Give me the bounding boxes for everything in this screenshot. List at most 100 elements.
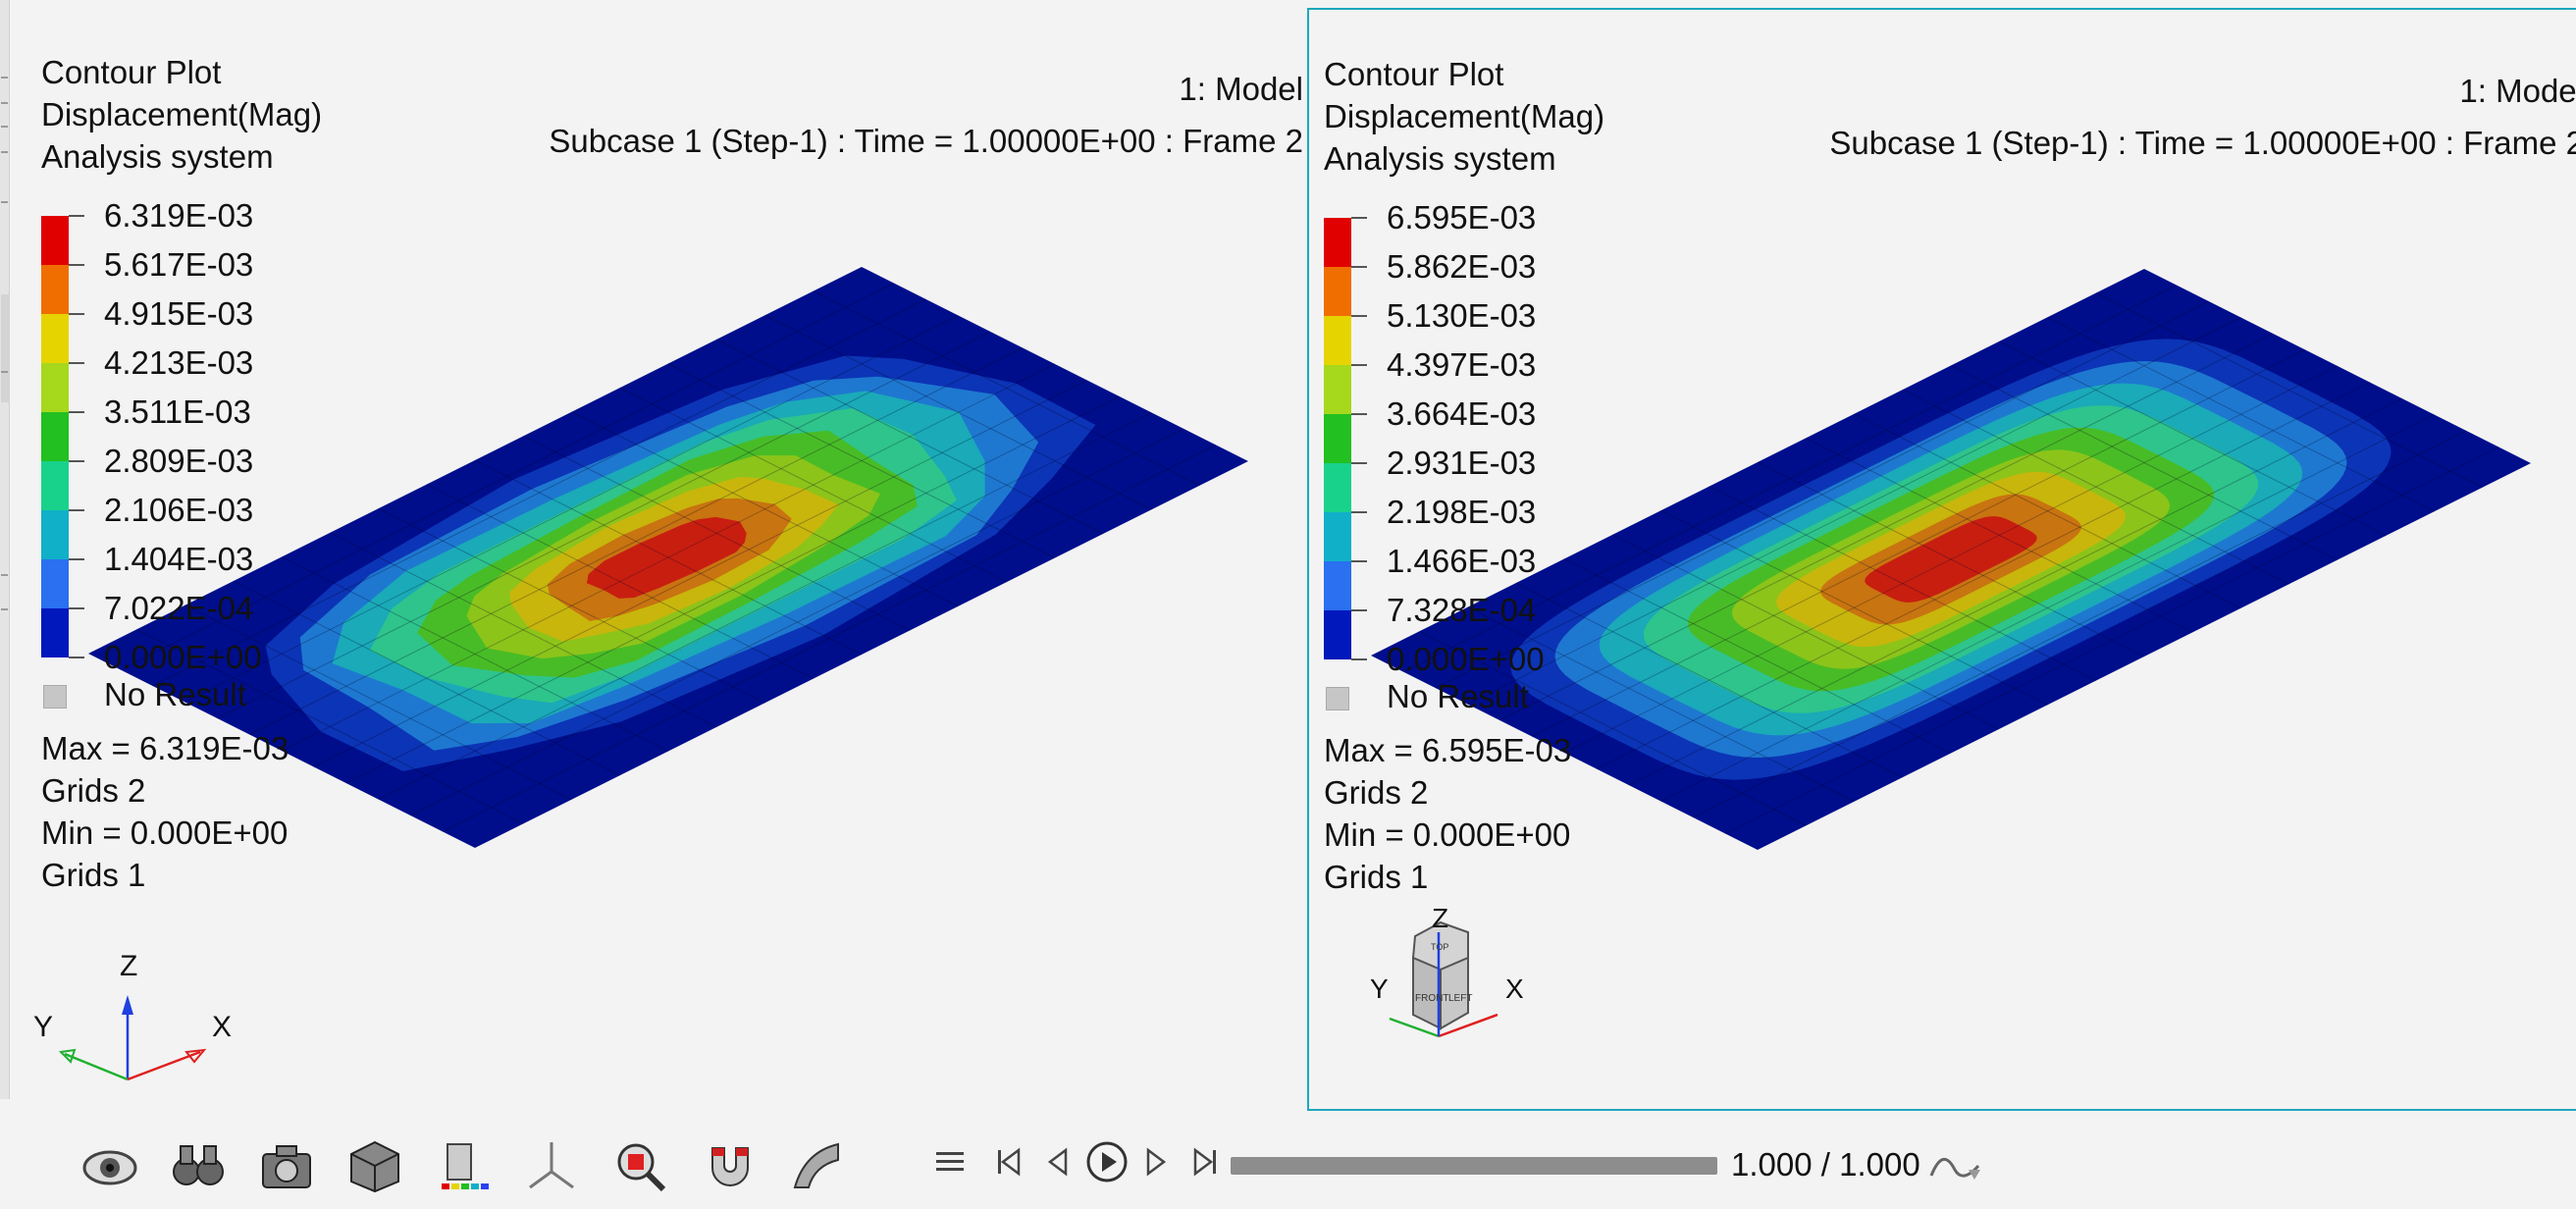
binoculars-icon[interactable]: [169, 1136, 228, 1195]
max-grid: Grids 2: [1324, 774, 1429, 811]
legend-color-cell: [41, 412, 69, 461]
subcase-header-left: 1: Model Subcase 1 (Step-1) : Time = 1.0…: [549, 63, 1303, 167]
min-max-info-left: Max = 6.319E-03 Grids 2 Min = 0.000E+00 …: [41, 727, 289, 896]
zoom-fit-icon[interactable]: [610, 1136, 669, 1195]
legend-tick: [69, 411, 84, 413]
legend-tick: [1351, 266, 1367, 268]
legend-color-cell: [41, 461, 69, 510]
legend-tick: [1351, 609, 1367, 611]
max-value: Max = 6.595E-03: [1324, 732, 1572, 768]
min-grid: Grids 1: [1324, 859, 1429, 895]
legend-value: 1.466E-03: [1387, 543, 1537, 579]
sweep-shape-icon[interactable]: [787, 1136, 846, 1195]
legend-color-cell: [41, 314, 69, 363]
legend-value: 2.198E-03: [1387, 494, 1537, 530]
view-cube-right[interactable]: Z Y X TOP FRONT LEFT: [1358, 903, 1535, 1050]
animation-settings-icon[interactable]: [1925, 1140, 1984, 1183]
next-frame-icon[interactable]: [1134, 1140, 1178, 1183]
legend-tick: [69, 509, 84, 511]
menu-icon[interactable]: [928, 1140, 972, 1183]
legend-value: 7.328E-04: [1387, 592, 1537, 628]
max-grid: Grids 2: [41, 772, 146, 809]
triad-axes-icon[interactable]: [522, 1136, 581, 1195]
legend-tick: [69, 215, 84, 217]
legend-value: 0.000E+00: [1387, 641, 1545, 677]
legend-value: 2.809E-03: [104, 443, 254, 479]
camera-icon[interactable]: [257, 1136, 316, 1195]
legend-tick: [1351, 413, 1367, 415]
viewport-left[interactable]: Contour Plot Displacement(Mag) Analysis …: [12, 8, 1305, 1111]
no-result-swatch: [43, 685, 67, 709]
axis-triad-left[interactable]: Z Y X: [31, 950, 247, 1097]
result-system: Analysis system: [41, 138, 274, 175]
legend-value: 4.397E-03: [1387, 346, 1537, 383]
cube-grid-icon[interactable]: [345, 1136, 404, 1195]
legend-value: 3.664E-03: [1387, 395, 1537, 432]
no-result-swatch: [1326, 687, 1349, 710]
legend-value: 6.319E-03: [104, 197, 254, 234]
legend-value: 4.213E-03: [104, 344, 254, 381]
legend-tick: [1351, 315, 1367, 317]
legend-value: 5.862E-03: [1387, 248, 1537, 285]
plot-title: Contour Plot: [1324, 56, 1504, 92]
legend-tick: [69, 607, 84, 609]
legend-tick: [69, 657, 84, 658]
axis-y-label: Y: [1370, 973, 1389, 1004]
subcase-header-right: 1: Model Subcase 1 (Step-1) : Time = 1.0…: [1829, 65, 2576, 169]
axis-x-label: X: [212, 1011, 233, 1043]
plot-title: Contour Plot: [41, 54, 222, 90]
legend-tick: [69, 313, 84, 315]
left-panel-edge[interactable]: [0, 0, 10, 1099]
legend-color-cell: [1324, 414, 1351, 463]
legend-color-cell: [1324, 365, 1351, 414]
legend-tick: [69, 460, 84, 462]
legend-tick: [1351, 217, 1367, 219]
legend-color-cell: [1324, 267, 1351, 316]
min-max-info-right: Max = 6.595E-03 Grids 2 Min = 0.000E+00 …: [1324, 729, 1571, 898]
play-icon[interactable]: [1085, 1140, 1129, 1183]
cube-front-face[interactable]: FRONT: [1415, 993, 1448, 1004]
legend-color-bar: [1324, 218, 1351, 659]
legend-color-cell: [41, 559, 69, 608]
legend-color-cell: [41, 216, 69, 265]
last-frame-icon[interactable]: [1183, 1140, 1227, 1183]
contour-plot-header-right: Contour Plot Displacement(Mag) Analysis …: [1324, 53, 1604, 180]
cube-top-face[interactable]: TOP: [1431, 942, 1448, 952]
result-type: Displacement(Mag): [1324, 98, 1605, 134]
legend-tick: [69, 558, 84, 560]
legend-value: 2.106E-03: [104, 492, 254, 528]
legend-value: 1.404E-03: [104, 541, 254, 577]
frame-slider[interactable]: [1231, 1157, 1717, 1175]
cube-left-face[interactable]: LEFT: [1448, 993, 1472, 1004]
legend-color-cell: [41, 510, 69, 559]
axis-x-label: X: [1505, 973, 1524, 1004]
legend-value: 7.022E-04: [104, 590, 254, 626]
viewport-right[interactable]: Contour Plot Displacement(Mag) Analysis …: [1307, 8, 2576, 1111]
magnet-icon[interactable]: [699, 1136, 758, 1195]
legend-tick: [1351, 511, 1367, 513]
model-label: 1: Model: [2459, 73, 2576, 109]
no-result-label: No Result: [1387, 678, 1529, 714]
min-value: Min = 0.000E+00: [1324, 816, 1571, 853]
axis-z-label: Z: [1432, 903, 1449, 933]
legend-color-cell: [41, 265, 69, 314]
first-frame-icon[interactable]: [987, 1140, 1030, 1183]
legend-value: 4.915E-03: [104, 295, 254, 332]
legend-color-cell: [1324, 316, 1351, 365]
no-result-label: No Result: [104, 676, 246, 712]
legend-value: 5.130E-03: [1387, 297, 1537, 334]
legend-color-cell: [41, 363, 69, 412]
legend-value: 2.931E-03: [1387, 445, 1537, 481]
frame-readout: 1.000 / 1.000: [1731, 1146, 1920, 1183]
min-value: Min = 0.000E+00: [41, 815, 289, 851]
visibility-eye-icon[interactable]: [80, 1136, 139, 1195]
legend-contour-icon[interactable]: [434, 1136, 493, 1195]
axis-y-label: Y: [33, 1011, 54, 1043]
axis-z-label: Z: [120, 950, 138, 982]
legend-value: 3.511E-03: [104, 394, 251, 430]
legend-tick: [1351, 658, 1367, 660]
previous-frame-icon[interactable]: [1036, 1140, 1079, 1183]
min-grid: Grids 1: [41, 857, 146, 893]
contour-plot-header-left: Contour Plot Displacement(Mag) Analysis …: [41, 51, 322, 178]
legend-color-cell: [1324, 512, 1351, 561]
